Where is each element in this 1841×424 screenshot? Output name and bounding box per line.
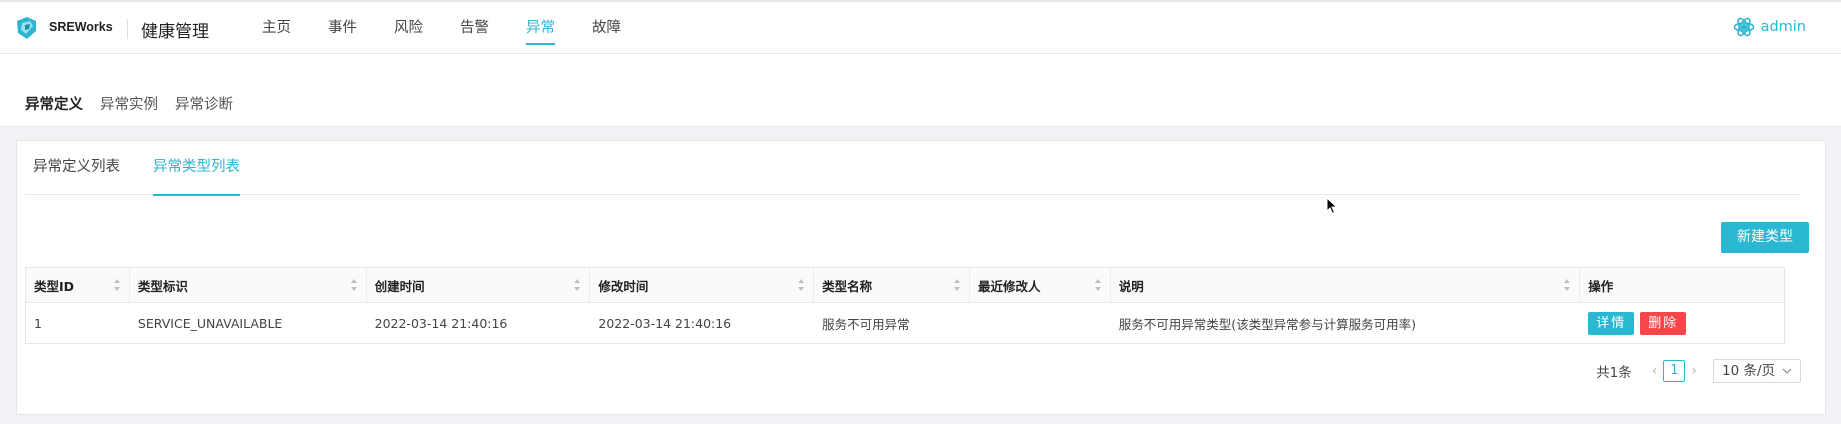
sort-icon[interactable] [1563, 278, 1571, 292]
tab-definition-list[interactable]: 异常定义列表 [33, 141, 120, 195]
sort-icon[interactable] [350, 278, 358, 292]
column-header-type-name[interactable]: 类型名称 [814, 268, 970, 302]
subnav-anomaly-instance[interactable]: 异常实例 [100, 93, 158, 114]
next-page-icon[interactable]: › [1691, 363, 1697, 379]
cell-actions: 详情 删除 [1580, 303, 1784, 343]
detail-button[interactable]: 详情 [1588, 311, 1635, 335]
user-menu[interactable]: admin [1733, 16, 1806, 38]
cell-type-key: SERVICE_UNAVAILABLE [137, 315, 283, 331]
sub-nav: 异常定义 异常实例 异常诊断 [0, 54, 1841, 127]
cell-last-modifier [970, 303, 1111, 343]
prev-page-icon[interactable]: ‹ [1652, 363, 1658, 379]
delete-button[interactable]: 删除 [1640, 311, 1687, 335]
column-header-created-time[interactable]: 创建时间 [367, 268, 591, 302]
top-navbar: SREWorks 健康管理 主页 事件 风险 告警 异常 故障 admin [0, 0, 1841, 54]
sreworks-logo[interactable] [14, 15, 40, 41]
new-type-button[interactable]: 新建类型 [1721, 222, 1809, 253]
page-size-value: 10 条/页 [1722, 363, 1776, 379]
cell-created-time: 2022-03-14 21:40:16 [374, 315, 508, 331]
nav-item-home[interactable]: 主页 [262, 2, 291, 54]
nav-item-risks[interactable]: 风险 [394, 2, 423, 54]
tab-bar: 异常定义列表 异常类型列表 [25, 141, 1801, 196]
nav-item-alerts[interactable]: 告警 [460, 2, 489, 54]
page-size-select[interactable]: 10 条/页 [1713, 359, 1801, 383]
column-header-last-modifier[interactable]: 最近修改人 [970, 268, 1111, 302]
tab-type-list[interactable]: 异常类型列表 [153, 141, 240, 196]
mouse-cursor-icon [1326, 197, 1338, 215]
pagination: 共1条 ‹ 1 › 10 条/页 [1596, 359, 1801, 383]
sort-icon[interactable] [797, 278, 805, 292]
page-number-current[interactable]: 1 [1663, 360, 1686, 382]
sort-icon[interactable] [573, 278, 581, 292]
brand-divider [127, 19, 128, 39]
cell-description: 服务不可用异常类型(该类型异常参与计算服务可用率) [1118, 316, 1417, 332]
user-avatar-icon [1733, 17, 1754, 37]
cell-type-name: 服务不可用异常 [822, 316, 910, 332]
app-title: 健康管理 [141, 22, 209, 42]
column-header-actions: 操作 [1588, 278, 1614, 294]
nav-item-events[interactable]: 事件 [328, 2, 357, 54]
nav-item-anomalies[interactable]: 异常 [526, 2, 555, 54]
table-row: 1 SERVICE_UNAVAILABLE 2022-03-14 21:40:1… [26, 303, 1784, 343]
user-name: admin [1760, 19, 1806, 35]
sort-icon[interactable] [953, 278, 961, 292]
brand-name[interactable]: SREWorks [49, 20, 113, 34]
column-header-description[interactable]: 说明 [1111, 268, 1581, 302]
column-header-modified-time[interactable]: 修改时间 [590, 268, 815, 302]
pagination-total: 共1条 [1596, 365, 1632, 381]
table-header: 类型ID 类型标识 创建时间 修改时间 类型名称 最近修改人 说明 操作 [26, 268, 1784, 303]
main-nav: 主页 事件 风险 告警 异常 故障 [262, 2, 658, 54]
content-card: 异常定义列表 异常类型列表 新建类型 类型ID 类型标识 创建时间 修改时间 类… [16, 140, 1826, 415]
nav-item-incidents[interactable]: 故障 [592, 2, 621, 54]
subnav-anomaly-diagnosis[interactable]: 异常诊断 [175, 93, 233, 114]
cell-modified-time: 2022-03-14 21:40:16 [598, 315, 732, 331]
column-header-type-key[interactable]: 类型标识 [130, 268, 367, 302]
cell-type-id: 1 [34, 315, 42, 331]
subnav-anomaly-definition[interactable]: 异常定义 [25, 93, 83, 114]
sort-icon[interactable] [113, 278, 121, 292]
type-table: 类型ID 类型标识 创建时间 修改时间 类型名称 最近修改人 说明 操作 1 S… [25, 267, 1785, 344]
column-header-type-id[interactable]: 类型ID [26, 268, 130, 302]
chevron-down-icon [1782, 368, 1792, 374]
sort-icon[interactable] [1094, 278, 1102, 292]
